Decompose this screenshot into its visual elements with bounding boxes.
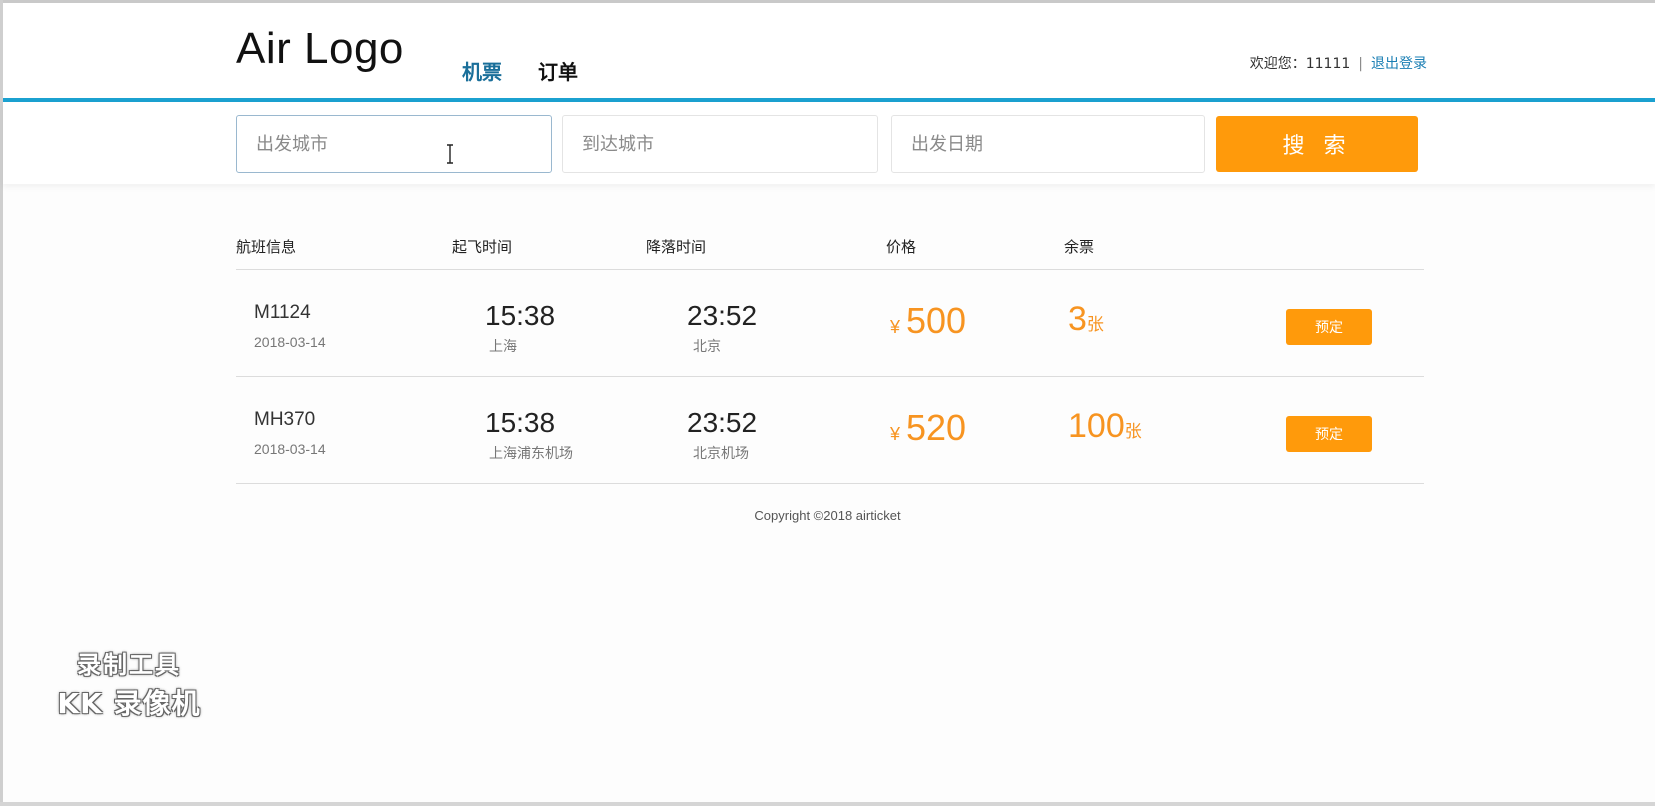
header-seats: 余票 [1064, 238, 1095, 256]
arrival-time: 23:52 [687, 407, 758, 438]
arrival-place: 北京 [693, 339, 721, 355]
departure-city-input[interactable] [237, 116, 551, 172]
seat-unit: 张 [1086, 315, 1104, 335]
price-amount: 520 [906, 407, 967, 448]
site-logo[interactable]: Air Logo [236, 24, 404, 74]
flight-row: MH370 2018-03-14 15:38 上海浦东机场 23:52 北京机场… [236, 377, 1424, 484]
user-bar-separator: | [1358, 56, 1363, 72]
departure-date-input[interactable] [892, 116, 1204, 172]
search-button[interactable]: 搜 索 [1216, 116, 1418, 172]
departure-time: 15:38 [485, 407, 556, 438]
seat-unit: 张 [1124, 422, 1142, 442]
flight-number: MH370 [254, 409, 316, 430]
seats-left: 3张 [1068, 300, 1104, 339]
user-bar: 欢迎您：11111 | 退出登录 [1250, 53, 1427, 73]
ticket-price: ¥520 [890, 407, 966, 449]
header-departure-time: 起飞时间 [452, 238, 513, 256]
book-button[interactable]: 预定 [1286, 309, 1372, 345]
book-button[interactable]: 预定 [1286, 416, 1372, 452]
arrival-place: 北京机场 [693, 446, 749, 462]
seats-left: 100张 [1068, 407, 1142, 446]
logout-link[interactable]: 退出登录 [1371, 56, 1427, 72]
departure-city-field[interactable] [236, 115, 552, 173]
flight-date: 2018-03-14 [254, 441, 326, 457]
header-flight-info: 航班信息 [236, 238, 297, 256]
window-bottom-border [0, 802, 1655, 806]
departure-place: 上海 [489, 339, 517, 355]
seat-count: 100 [1068, 407, 1125, 445]
watermark-line-2: KK 录像机 [57, 687, 201, 720]
welcome-text: 欢迎您：11111 [1249, 56, 1351, 72]
departure-time: 15:38 [485, 300, 556, 331]
ticket-price: ¥500 [890, 300, 966, 342]
currency-symbol: ¥ [890, 424, 901, 444]
nav-tickets[interactable]: 机票 [462, 56, 502, 85]
header-price: 价格 [886, 238, 917, 256]
watermark-line-1: 录制工具 [77, 651, 181, 679]
arrival-city-input[interactable] [563, 116, 877, 172]
seat-count: 3 [1068, 300, 1087, 338]
flight-row: M1124 2018-03-14 15:38 上海 23:52 北京 ¥500 … [236, 270, 1424, 377]
nav-orders[interactable]: 订单 [538, 56, 578, 85]
recorder-watermark: 录制工具 KK 录像机 [44, 645, 214, 722]
arrival-city-field[interactable] [562, 115, 878, 173]
currency-symbol: ¥ [890, 317, 901, 337]
header-arrival-time: 降落时间 [646, 238, 707, 256]
text-cursor-icon [447, 144, 453, 164]
flight-date: 2018-03-14 [254, 334, 326, 350]
copyright-text: Copyright ©2018 airticket [754, 508, 901, 523]
departure-date-field[interactable] [891, 115, 1205, 173]
flight-number: M1124 [254, 302, 311, 323]
departure-place: 上海浦东机场 [489, 446, 573, 462]
price-amount: 500 [906, 300, 967, 341]
arrival-time: 23:52 [687, 300, 758, 331]
